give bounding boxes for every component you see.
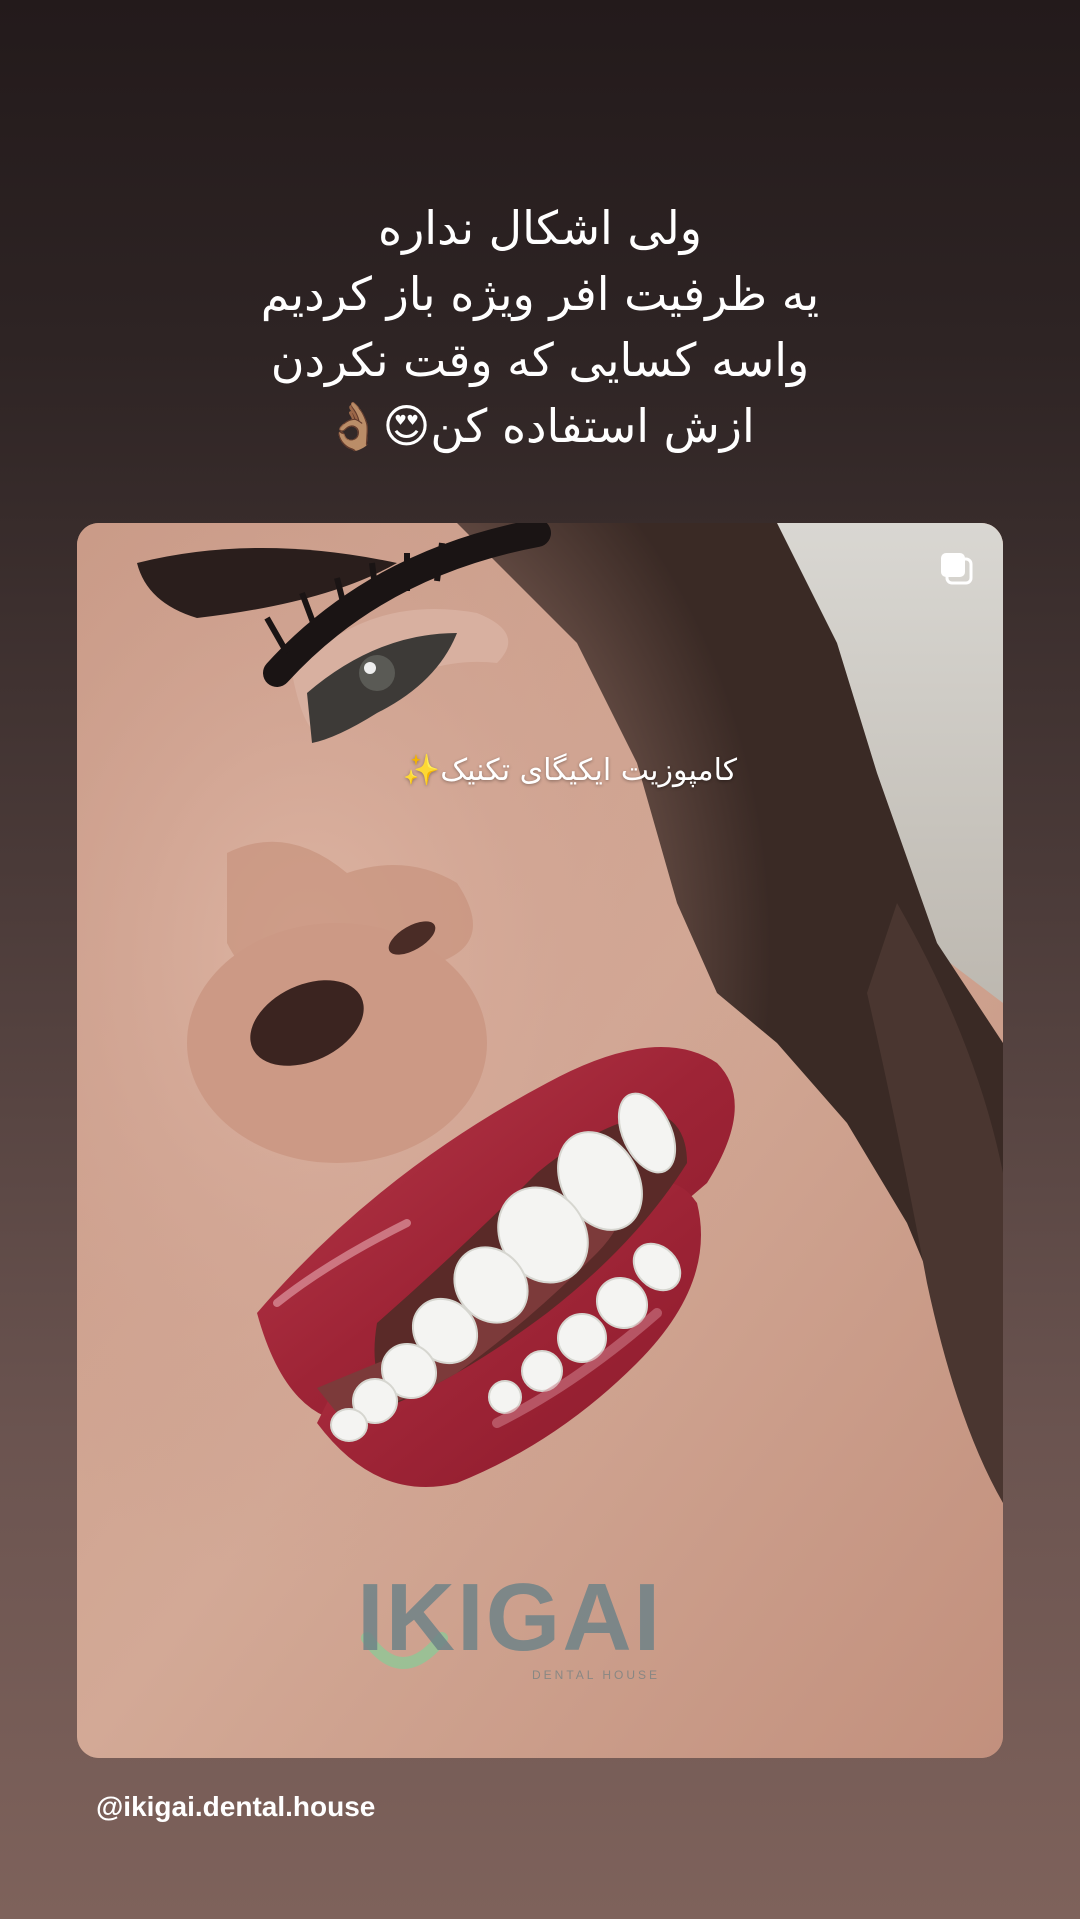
account-handle-link[interactable]: @ikigai.dental.house xyxy=(96,1791,375,1823)
post-overlay-text: کامپوزیت ایکیگای تکنیک✨ xyxy=(402,753,738,788)
caption-line-1: ولی اشکال نداره xyxy=(377,201,703,255)
shared-post-card[interactable]: کامپوزیت ایکیگای تکنیک✨ IKIGAI DENTAL HO… xyxy=(77,523,1003,1758)
caption-line-4: ازش استفاده کن😍👌🏽 xyxy=(325,399,755,453)
caption-line-3: واسه کسایی که وقت نکردن xyxy=(270,333,810,387)
logo-wordmark: IKIGAI xyxy=(357,1564,663,1671)
story-caption: ولی اشکال نداره یه ظرفیت افر ویژه باز کر… xyxy=(0,195,1080,459)
logo-subtitle: DENTAL HOUSE xyxy=(532,1668,661,1682)
story-screen: ولی اشکال نداره یه ظرفیت افر ویژه باز کر… xyxy=(0,0,1080,1919)
caption-line-2: یه ظرفیت افر ویژه باز کردیم xyxy=(260,267,820,321)
ikigai-logo: IKIGAI DENTAL HOUSE xyxy=(357,1568,677,1688)
multiple-posts-icon xyxy=(941,553,973,585)
